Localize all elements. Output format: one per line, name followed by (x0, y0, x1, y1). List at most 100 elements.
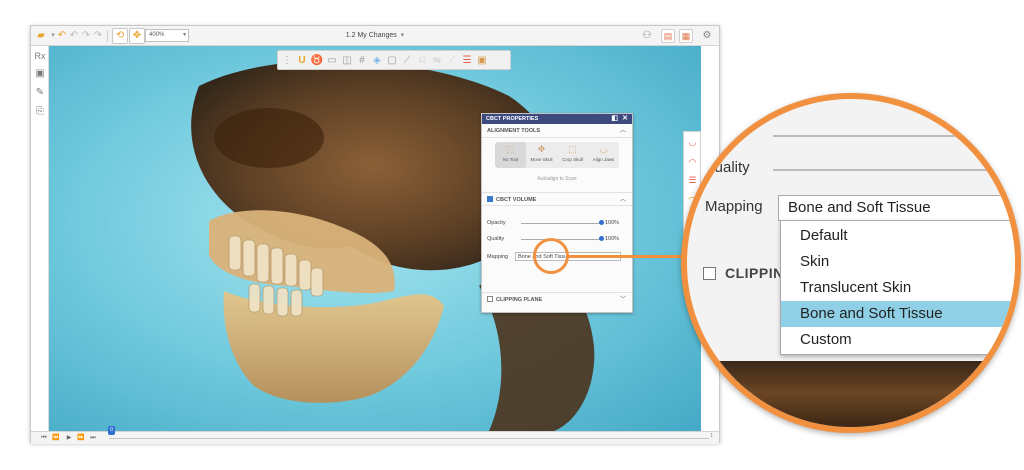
mapping-label: Mapping (487, 254, 509, 260)
settings-icon[interactable]: ⚙ (701, 30, 713, 42)
rx-label: Rx (34, 51, 46, 61)
report-button[interactable]: ▤ (661, 29, 675, 43)
chevron-down-icon: ﹀ (619, 297, 626, 303)
grid-icon[interactable]: # (355, 54, 369, 68)
mag-quality-track (773, 169, 1015, 171)
no-tool-icon: ⬚ (506, 144, 515, 154)
cbct-icon[interactable]: ▣ (475, 54, 489, 68)
mirror-icon[interactable]: ⇋ (430, 54, 444, 68)
mapping-option-bone-soft-tissue[interactable]: Bone and Soft Tissue (781, 301, 1015, 327)
quality-slider-knob[interactable] (598, 236, 604, 241)
chevron-up-icon: ︿ (619, 197, 626, 203)
prescription-icon[interactable]: Rx (34, 50, 46, 62)
scan-icon[interactable]: ◈ (370, 54, 384, 68)
pencil-icon[interactable]: ✎ (34, 87, 46, 99)
skip-end-icon[interactable]: ⏭ (88, 433, 98, 444)
opacity-slider-knob[interactable] (598, 220, 604, 225)
changes-label: 1.2 My Changes (345, 32, 397, 39)
clipping-plane-checkbox[interactable] (487, 295, 493, 302)
mapping-dropdown-menu: Default Skin Translucent Skin Bone and S… (780, 220, 1015, 355)
tooth-icon[interactable]: ♉ (310, 54, 324, 68)
panel-title: CBCT PROPERTIES (486, 116, 539, 122)
timeline-track[interactable] (109, 438, 709, 439)
skip-start-icon[interactable]: ⏮ (39, 433, 49, 444)
mapping-option-skin[interactable]: Skin (781, 249, 1015, 275)
quality-slider-track[interactable] (521, 239, 601, 240)
clipping-plane-title: CLIPPING PLANE (496, 297, 543, 303)
compare-icon[interactable]: ◫ (340, 54, 354, 68)
tool-label: Align Jaws (592, 157, 615, 162)
chevron-up-icon: ︿ (619, 128, 626, 134)
magnified-content: ity Quality Mapping Bone and Soft Tissue… (687, 99, 1015, 427)
mag-render-strip (687, 361, 1015, 427)
crop-icon: ⬚ (568, 144, 577, 154)
move-icon: ✥ (537, 144, 546, 154)
move-skull-button[interactable]: ✥ Move Skull (526, 142, 557, 168)
flip-icon[interactable]: ⎌ (415, 54, 429, 68)
cbct-properties-panel: CBCT PROPERTIES ◧ ✕ ALIGNMENT TOOLS ︿ ⬚ … (481, 113, 633, 313)
app-window: ▰ ▾ ↶ ↶ ↷ ↷ ⟲ ✥ 400% ▾ 1.2 My Changes ▾ … (30, 25, 720, 444)
users-icon[interactable]: ⚇ (641, 30, 653, 42)
chart-icon[interactable]: ⟋ (400, 54, 414, 68)
cbct-volume-section: CBCT VOLUME ︿ Opacity 100% Quality 100% … (482, 192, 632, 261)
layout-button[interactable]: ▦ (679, 29, 693, 43)
align-jaws-button[interactable]: ◡ Align Jaws (588, 142, 619, 168)
crop-skull-button[interactable]: ⬚ Crop Skull (557, 142, 588, 168)
no-tool-button[interactable]: ⬚ No Tool (495, 142, 526, 168)
opacity-label: Opacity (487, 220, 506, 226)
opacity-row: Opacity 100% (487, 218, 629, 228)
cbct-volume-title: CBCT VOLUME (496, 197, 537, 203)
autoalign-button[interactable]: Autoalign to Scan (482, 176, 632, 182)
mag-quality-label: Quality (703, 159, 750, 176)
mag-slider-track (773, 135, 1015, 137)
measure-icon[interactable]: ⟋ (445, 54, 459, 68)
magnified-callout: ity Quality Mapping Bone and Soft Tissue… (681, 93, 1021, 433)
top-toolbar: ▰ ▾ ↶ ↶ ↷ ↷ ⟲ ✥ 400% ▾ 1.2 My Changes ▾ … (31, 26, 719, 46)
ruler-icon[interactable]: ▭ (325, 54, 339, 68)
play-icon[interactable]: ▶ (64, 433, 74, 444)
changes-title[interactable]: 1.2 My Changes ▾ (31, 31, 719, 39)
magnet-icon[interactable]: U (295, 54, 309, 68)
panel-header: CBCT PROPERTIES ◧ ✕ (482, 114, 632, 124)
timeline-end-label: 1 (710, 433, 713, 439)
report-icon: ▤ (663, 31, 673, 41)
cbct-volume-header[interactable]: CBCT VOLUME ︿ (482, 192, 632, 206)
clipping-plane-header[interactable]: CLIPPING PLANE ﹀ (482, 292, 632, 306)
close-icon[interactable]: ✕ (622, 114, 628, 124)
tool-label: Move Skull (530, 157, 553, 162)
id-card-icon[interactable]: ▣ (34, 68, 46, 80)
timeline-marker[interactable]: 0 (108, 426, 115, 435)
alignment-tools-header[interactable]: ALIGNMENT TOOLS ︿ (482, 124, 632, 138)
quality-label: Quality (487, 236, 505, 242)
mag-clipping-checkbox (703, 267, 716, 280)
mag-mapping-select[interactable]: Bone and Soft Tissue (778, 195, 1015, 221)
undock-icon[interactable]: ◧ (611, 114, 618, 124)
window-icon[interactable]: ▢ (385, 54, 399, 68)
mapping-option-translucent-skin[interactable]: Translucent Skin (781, 275, 1015, 301)
alignment-tools-title: ALIGNMENT TOOLS (487, 128, 541, 134)
left-toolbar: Rx ▣ ✎ ⎘ (31, 46, 49, 431)
mag-partial-label: ity (715, 125, 730, 142)
grid-layout-icon: ▦ (681, 31, 691, 41)
cbct-volume-checkbox[interactable] (487, 195, 493, 202)
align-jaws-icon: ◡ (599, 144, 608, 154)
view-toolbar: ⋮ U ♉ ▭ ◫ # ◈ ▢ ⟋ ⎌ ⇋ ⟋ ☰ ▣ (277, 50, 511, 70)
opacity-slider-track[interactable] (521, 223, 601, 224)
quality-value[interactable]: 100% (605, 234, 619, 244)
tool-label: Crop Skull (562, 157, 583, 162)
grip-icon[interactable]: ⋮ (280, 54, 294, 68)
export-icon[interactable]: ⎘ (34, 106, 46, 118)
mag-mapping-value: Bone and Soft Tissue (788, 199, 931, 216)
mapping-option-default[interactable]: Default (781, 223, 1015, 249)
opacity-value[interactable]: 100% (605, 218, 619, 228)
mapping-option-custom[interactable]: Custom (781, 327, 1015, 353)
tool-label: No Tool (502, 157, 519, 162)
jaws-icon[interactable]: ☰ (460, 54, 474, 68)
timeline-bar: ⏮ ⏪ ▶ ⏩ ⏭ 0 1 (31, 426, 719, 444)
mag-mapping-label: Mapping (705, 198, 763, 215)
step-forward-icon[interactable]: ⏩ (76, 433, 86, 444)
alignment-tool-group: ⬚ No Tool ✥ Move Skull ⬚ Crop Skull ◡ Al… (495, 142, 619, 168)
mag-clipping-label: CLIPPIN (725, 265, 784, 281)
step-back-icon[interactable]: ⏪ (51, 433, 61, 444)
chevron-down-icon: ▾ (398, 32, 405, 39)
